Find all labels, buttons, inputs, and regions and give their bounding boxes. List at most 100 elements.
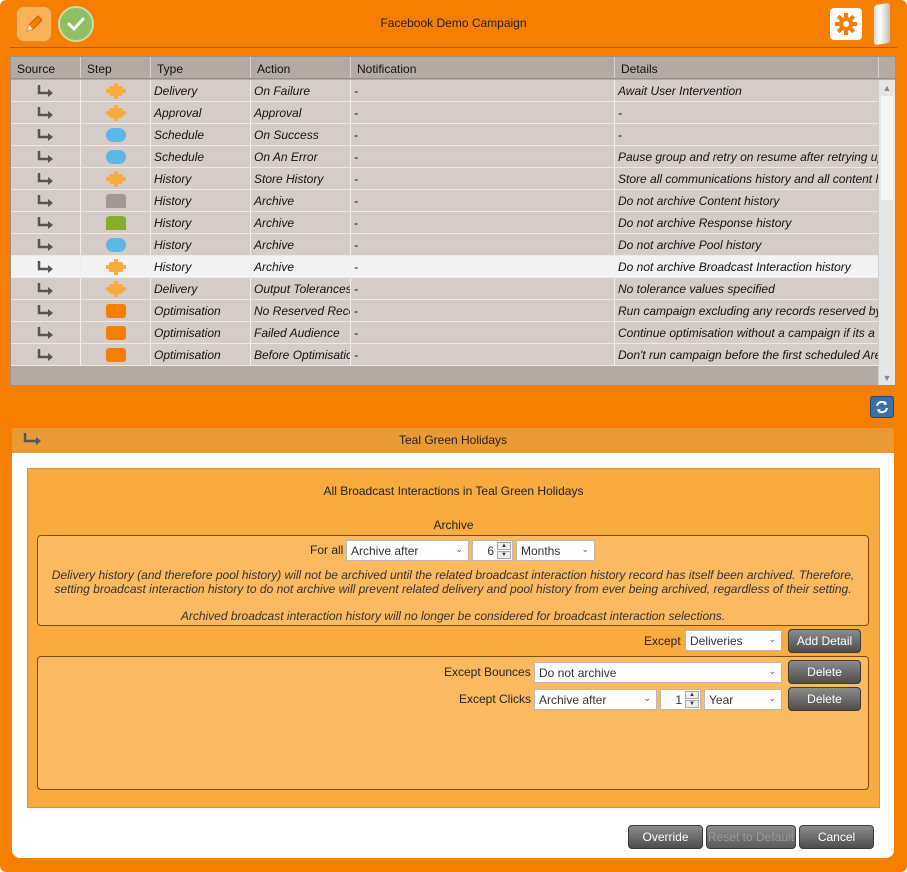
for-all-mode-select[interactable]: Archive after ⌄ (346, 540, 469, 561)
detail-panel-title: Teal Green Holidays (398, 433, 508, 447)
scroll-up-icon[interactable]: ▲ (879, 81, 895, 95)
source-cell (11, 322, 81, 343)
source-cell (11, 344, 81, 365)
step-cell (81, 102, 151, 123)
type-cell: Delivery (151, 80, 251, 101)
step-icon (105, 193, 126, 208)
details-cell: Await User Intervention (615, 80, 879, 101)
source-arrow-icon (37, 172, 53, 185)
except-type-select[interactable]: Deliveries ⌄ (685, 630, 782, 651)
reset-to-default-button[interactable]: Reset to Default (706, 825, 796, 849)
type-cell: Schedule (151, 124, 251, 145)
type-cell: History (151, 168, 251, 189)
column-header-details[interactable]: Details (615, 57, 879, 78)
stepper-up-icon[interactable]: ▲ (497, 542, 511, 550)
scroll-down-icon[interactable]: ▼ (879, 371, 895, 385)
details-cell: Run campaign excluding any records reser… (615, 300, 879, 321)
collapse-panel-handle[interactable] (874, 2, 890, 46)
step-cell (81, 190, 151, 211)
action-cell: Failed Audience (251, 322, 351, 343)
notification-cell: - (351, 124, 615, 145)
except-bounces-label: Except Bounces (444, 665, 531, 679)
type-cell: History (151, 234, 251, 255)
source-cell (11, 102, 81, 123)
delete-bounces-button[interactable]: Delete (788, 660, 861, 684)
column-header-notification[interactable]: Notification (351, 57, 615, 78)
delete-clicks-button[interactable]: Delete (788, 687, 861, 711)
stepper-down-icon[interactable]: ▼ (685, 700, 699, 708)
step-cell (81, 168, 151, 189)
table-row[interactable]: History Archive - Do not archive Response h… (11, 212, 879, 234)
action-cell: Archive (251, 256, 351, 277)
table-row[interactable]: Approval Approval - - (11, 102, 879, 124)
refresh-button[interactable] (870, 396, 894, 418)
for-all-unit-select[interactable]: Months ⌄ (516, 540, 595, 561)
cancel-button[interactable]: Cancel (799, 825, 874, 849)
table-row[interactable]: Optimisation Failed Audience - Continue opt… (11, 322, 879, 344)
source-arrow-icon (37, 238, 53, 251)
table-row[interactable]: History Archive - Do not archive Content hi… (11, 190, 879, 212)
details-cell: Do not archive Broadcast Interaction his… (615, 256, 879, 277)
except-clicks-unit-select[interactable]: Year ⌄ (704, 689, 782, 710)
notification-cell: - (351, 168, 615, 189)
source-arrow-icon (37, 260, 53, 273)
column-header-type[interactable]: Type (151, 57, 251, 78)
except-clicks-number-value: 1 (675, 693, 682, 707)
except-bounces-select[interactable]: Do not archive ⌄ (534, 662, 782, 683)
step-cell (81, 256, 151, 277)
stepper-up-icon[interactable]: ▲ (685, 691, 699, 699)
column-header-step[interactable]: Step (81, 57, 151, 78)
table-row[interactable]: History Store History - Store all communica… (11, 168, 879, 190)
step-icon (105, 170, 126, 187)
step-cell (81, 322, 151, 343)
source-cell (11, 80, 81, 101)
scroll-thumb[interactable] (881, 96, 893, 200)
header-divider (10, 47, 897, 48)
except-clicks-number-stepper[interactable]: 1 ▲ ▼ (660, 689, 701, 710)
stepper-down-icon[interactable]: ▼ (497, 551, 511, 559)
step-cell (81, 344, 151, 365)
chevron-down-icon: ⌄ (643, 693, 651, 703)
table-row[interactable]: Delivery On Failure - Await User Interventi… (11, 80, 879, 102)
settings-button[interactable] (830, 8, 862, 40)
step-icon (105, 104, 126, 121)
notification-cell: - (351, 146, 615, 167)
except-clicks-label: Except Clicks (459, 692, 532, 706)
notification-cell: - (351, 102, 615, 123)
table-row[interactable]: Optimisation Before Optimisation - Don't ru… (11, 344, 879, 366)
source-cell (11, 300, 81, 321)
chevron-down-icon: ⌄ (768, 693, 776, 703)
override-button[interactable]: Override (628, 825, 703, 849)
add-detail-button[interactable]: Add Detail (788, 629, 861, 653)
column-header-action[interactable]: Action (251, 57, 351, 78)
table-row[interactable]: Schedule On Success - - (11, 124, 879, 146)
chevron-down-icon: ⌄ (455, 544, 463, 554)
gear-icon (835, 13, 857, 35)
action-cell: Output Tolerances (251, 278, 351, 299)
details-cell: Pause group and retry on resume after re… (615, 146, 879, 167)
column-header-source[interactable]: Source (11, 57, 81, 78)
notification-cell: - (351, 278, 615, 299)
table-row[interactable]: History Archive - Do not archive Broadcast … (11, 256, 879, 278)
table-row[interactable]: Delivery Output Tolerances - No tolerance v… (11, 278, 879, 300)
except-label: Except (644, 634, 681, 648)
chevron-down-icon: ⌄ (768, 634, 776, 644)
source-arrow-icon (37, 326, 53, 339)
type-cell: History (151, 256, 251, 277)
details-cell: - (615, 102, 879, 123)
archive-info-line-3: Archived broadcast interaction history w… (180, 609, 726, 623)
table-row[interactable]: History Archive - Do not archive Pool histo… (11, 234, 879, 256)
details-cell: Do not archive Response history (615, 212, 879, 233)
source-cell (11, 234, 81, 255)
for-all-number-stepper[interactable]: 6 ▲ ▼ (472, 540, 513, 561)
table-row[interactable]: Schedule On An Error - Pause group and retr… (11, 146, 879, 168)
source-arrow-icon (37, 106, 53, 119)
source-arrow-icon (37, 150, 53, 163)
grid-scrollbar[interactable]: ▲ ▼ (878, 80, 895, 385)
notification-cell: - (351, 322, 615, 343)
details-cell: Do not archive Content history (615, 190, 879, 211)
table-row[interactable]: OptimisationNo Reserved Records-Run camp… (11, 300, 879, 322)
except-clicks-mode-select[interactable]: Archive after ⌄ (534, 689, 657, 710)
step-icon (105, 325, 126, 340)
source-arrow-icon (37, 282, 53, 295)
